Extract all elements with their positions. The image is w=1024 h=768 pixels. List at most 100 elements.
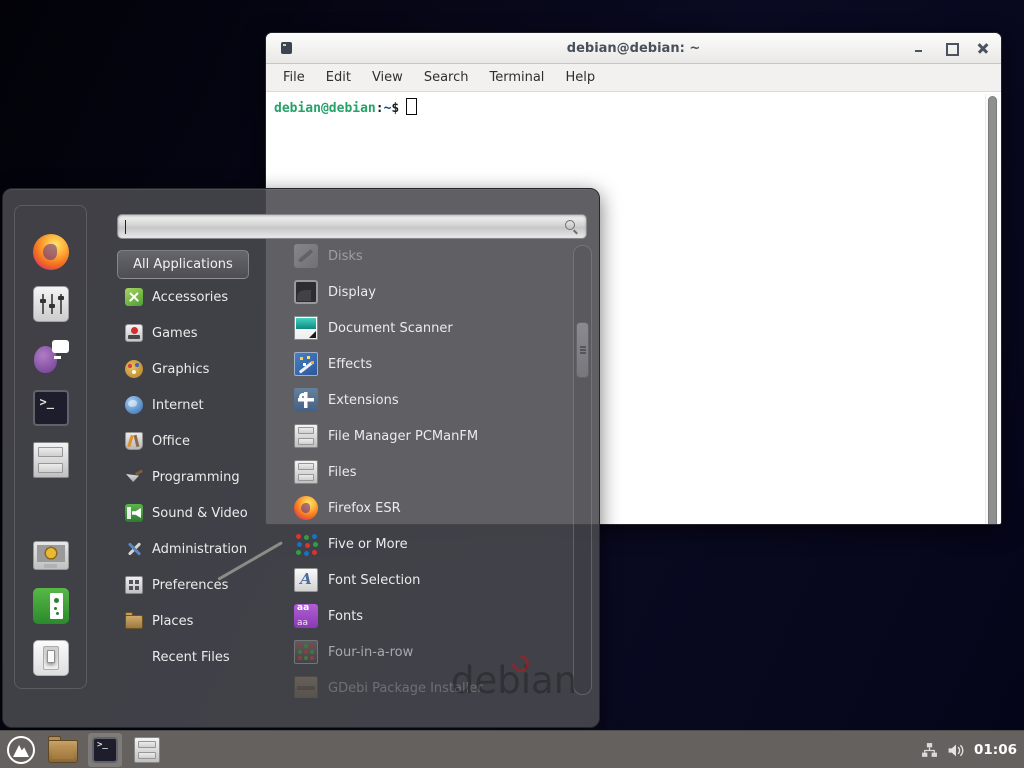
clock[interactable]: 01:06 [974,742,1017,758]
menu-scrollbar[interactable] [573,245,592,695]
category-label: Recent Files [152,650,230,665]
category-label: Administration [152,542,247,557]
volume-icon[interactable] [947,742,965,759]
menubar-item-file[interactable]: File [283,70,305,85]
app-item-five-or-more[interactable]: Five or More [286,526,572,562]
category-label: Accessories [152,290,228,305]
menubar-item-search[interactable]: Search [424,70,469,85]
favorites-panel [14,205,87,689]
prompt-user: debian@debian [274,101,376,116]
debian-watermark: debian [451,659,577,702]
taskbar-buttons [4,731,164,768]
menubar-item-help[interactable]: Help [565,70,595,85]
terminal-scrollbar[interactable] [985,94,999,525]
category-office[interactable]: Office [117,423,287,459]
all-applications-button[interactable]: All Applications [117,250,249,279]
category-label: Graphics [152,362,209,377]
app-item-file-manager-pcmanfm[interactable]: File Manager PCManFM [286,418,572,454]
terminal-icon [92,737,118,763]
app-label: Four-in-a-row [328,645,413,660]
menu-scrollbar-thumb[interactable] [576,322,589,378]
favorite-settings-button[interactable] [25,278,77,330]
app-item-disks[interactable]: Disks [286,238,572,274]
app-label: Five or More [328,537,408,552]
terminal-icon [33,390,69,426]
close-button[interactable] [977,42,989,54]
menubar-item-terminal[interactable]: Terminal [489,70,544,85]
internet-icon [125,396,143,414]
folder-icon [48,740,78,763]
category-label: Preferences [152,578,228,593]
category-sound-video[interactable]: Sound & Video [117,495,287,531]
window-title: debian@debian: ~ [266,41,1001,56]
app-item-effects[interactable]: Effects [286,346,572,382]
category-graphics[interactable]: Graphics [117,351,287,387]
files-icon [294,460,318,484]
menubar-item-edit[interactable]: Edit [326,70,351,85]
no-icon [125,648,143,666]
taskbar-files-window-button[interactable] [130,733,164,767]
app-item-files[interactable]: Files [286,454,572,490]
category-games[interactable]: Games [117,315,287,351]
app-label: Font Selection [328,573,420,588]
start-icon [7,736,35,764]
accessories-icon [125,288,143,306]
minimize-button[interactable] [913,42,925,54]
category-administration[interactable]: Administration [117,531,287,567]
app-item-font-selection[interactable]: Font Selection [286,562,572,598]
app-item-fonts[interactable]: Fonts [286,598,572,634]
favorite-log-out-button[interactable] [25,580,77,632]
effects-icon [294,352,318,376]
category-internet[interactable]: Internet [117,387,287,423]
app-item-display[interactable]: Display [286,274,572,310]
app-label: Extensions [328,393,399,408]
app-label: Display [328,285,376,300]
category-recent-files[interactable]: Recent Files [117,639,287,675]
display-icon [294,280,318,304]
app-item-firefox-esr[interactable]: Firefox ESR [286,490,572,526]
application-list: Disks Display Document Scanner Effects Exten… [286,238,572,698]
favorite-pidgin-button[interactable] [25,330,77,382]
app-label: File Manager PCManFM [328,429,478,444]
terminal-cursor [406,98,417,115]
category-programming[interactable]: Programming [117,459,287,495]
terminal-titlebar[interactable]: debian@debian: ~ [266,33,1001,64]
disks-icon [294,244,318,268]
favorite-file-manager-button[interactable] [25,434,77,486]
tweaks-icon [33,286,69,322]
favorite-shut-down-button[interactable] [25,632,77,684]
category-preferences[interactable]: Preferences [117,567,287,603]
screensaver-icon [33,541,69,570]
prompt-dollar: $ [391,101,399,116]
menubar-item-view[interactable]: View [372,70,403,85]
extensions-icon [294,388,318,412]
shutdown-icon [33,640,69,676]
terminal-scrollbar-thumb[interactable] [988,96,997,525]
maximize-button[interactable] [945,42,957,54]
pidgin-icon [33,338,69,374]
prompt-colon: : [376,101,384,116]
network-icon[interactable] [921,742,938,759]
taskbar-start-menu-button[interactable] [4,733,38,767]
favorite-firefox-button[interactable] [25,226,77,278]
taskbar-terminal-window-button[interactable] [88,733,122,767]
system-tray: 01:06 [921,731,1017,768]
app-label: Disks [328,249,363,264]
category-list: AccessoriesGamesGraphicsInternetOfficePr… [117,279,287,675]
category-places[interactable]: Places [117,603,287,639]
four-in-a-row-icon [294,640,318,664]
programming-icon [125,468,143,486]
category-accessories[interactable]: Accessories [117,279,287,315]
favorite-terminal-button[interactable] [25,382,77,434]
text-caret [125,220,126,234]
graphics-icon [125,360,143,378]
sound-video-icon [125,504,143,522]
taskbar-file-manager-window-button[interactable] [46,733,80,767]
search-input[interactable] [117,214,587,239]
office-icon [125,432,143,450]
terminal-window-icon [281,42,292,54]
app-label: Effects [328,357,372,372]
app-item-document-scanner[interactable]: Document Scanner [286,310,572,346]
favorite-lock-screen-button[interactable] [25,528,77,580]
app-item-extensions[interactable]: Extensions [286,382,572,418]
